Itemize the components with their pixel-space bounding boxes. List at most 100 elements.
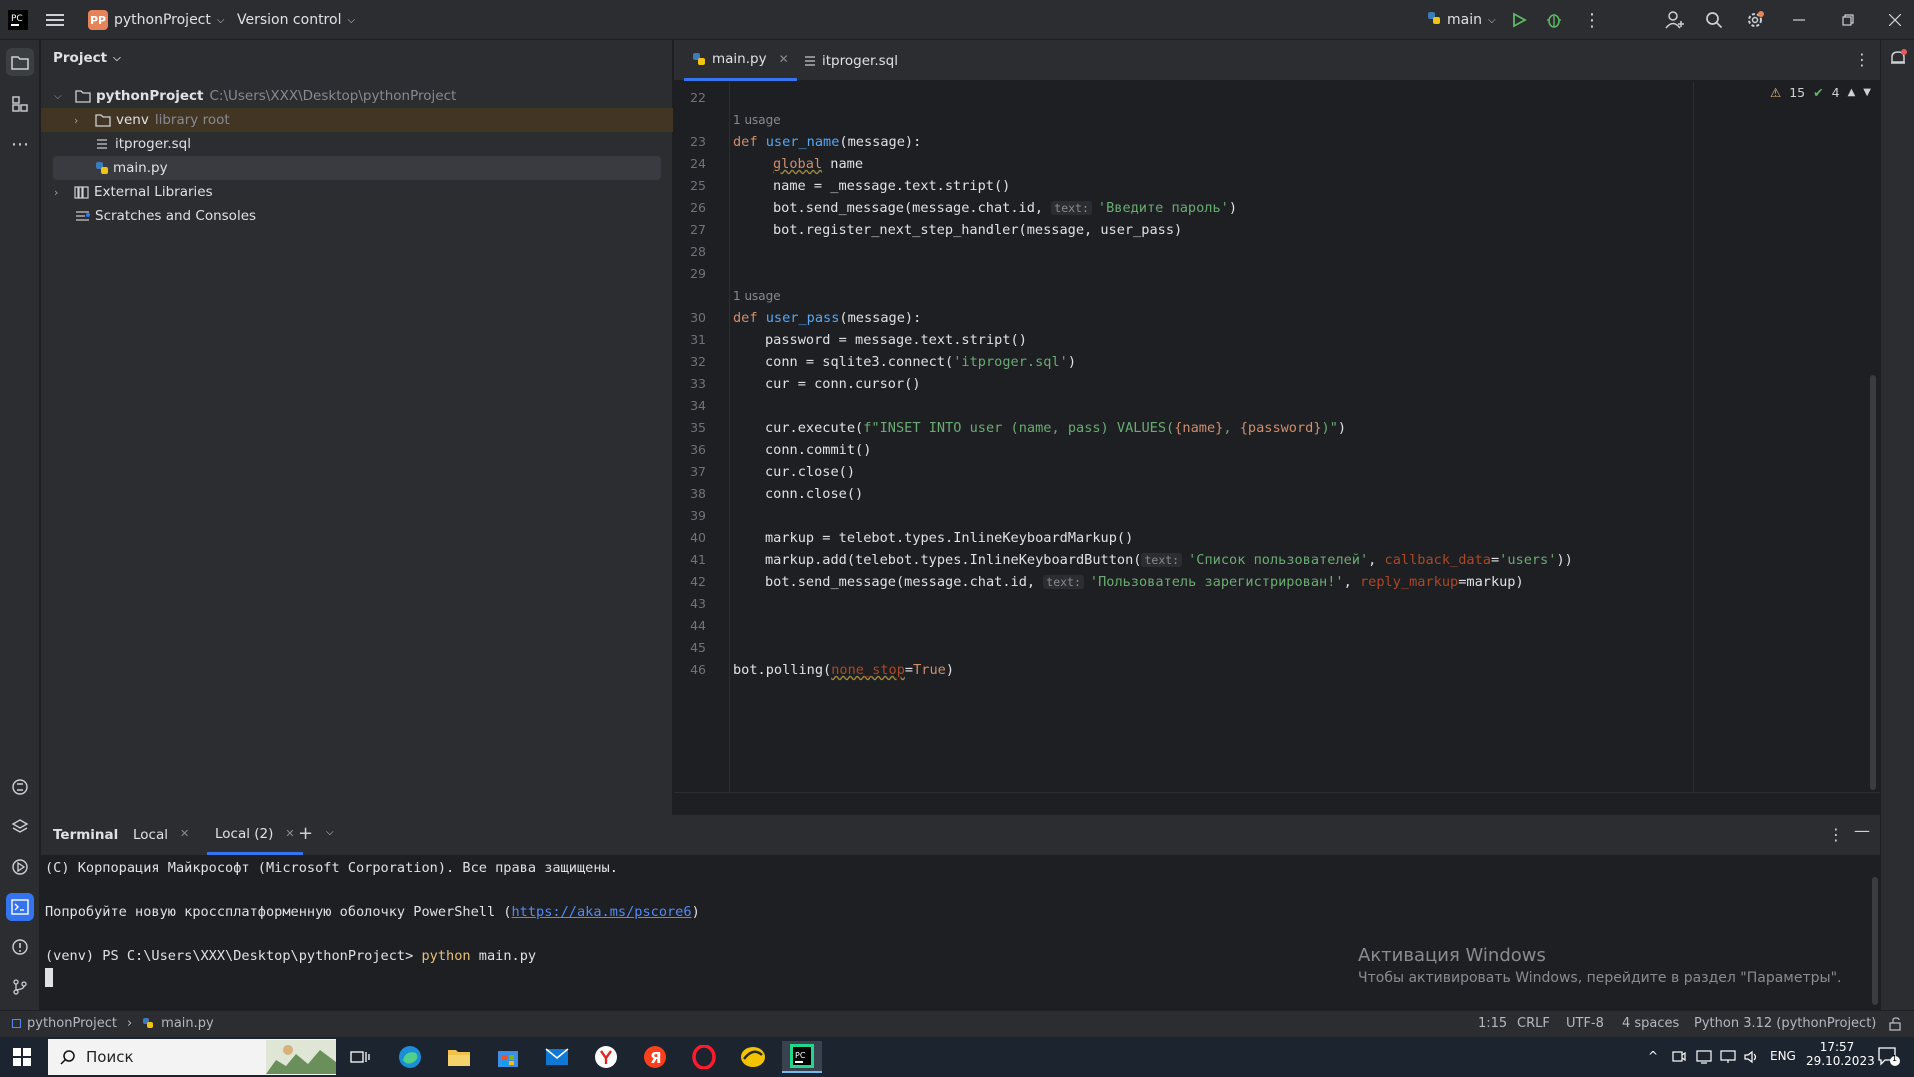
opera-browser-icon[interactable] — [684, 1041, 724, 1073]
line-separator[interactable]: CRLF — [1517, 1016, 1550, 1031]
terminal-tab-local-2[interactable]: Local (2) ✕ — [207, 815, 303, 855]
tab-options-icon[interactable]: ⋮ — [1854, 50, 1870, 69]
terminal-scrollbar[interactable] — [1872, 877, 1878, 1005]
version-control-menu[interactable]: Version control ⌵ — [237, 0, 355, 40]
tree-item-venv[interactable]: › venv library root — [41, 108, 673, 132]
line-number: 34 — [690, 398, 706, 413]
pycharm-taskbar-icon[interactable]: PC — [782, 1041, 822, 1073]
tray-network-icon[interactable] — [1720, 1049, 1736, 1068]
layers-tool-button[interactable] — [6, 813, 34, 841]
terminal-tab-local[interactable]: Local ✕ — [133, 827, 189, 843]
tray-clock[interactable]: 17:57 29.10.2023 — [1806, 1040, 1875, 1068]
tray-language[interactable]: ENG — [1770, 1049, 1796, 1063]
main-menu-icon[interactable] — [46, 0, 70, 40]
settings-gear-icon[interactable] — [1745, 0, 1765, 40]
code-line[interactable]: conn = sqlite3.connect('itproger.sql') — [765, 351, 1076, 373]
tray-display-icon[interactable] — [1696, 1049, 1712, 1068]
breadcrumb-project[interactable]: pythonProject — [27, 1016, 117, 1031]
run-config-selector[interactable]: main ⌵ — [1427, 0, 1496, 40]
tab-itproger-sql[interactable]: itproger.sql — [796, 40, 906, 81]
indent-setting[interactable]: 4 spaces — [1622, 1016, 1679, 1031]
usage-hint[interactable]: 1 usage — [733, 113, 781, 127]
code-line[interactable]: password = message.text.stript() — [765, 329, 1027, 351]
unlock-icon[interactable] — [1888, 1017, 1902, 1035]
chevron-down-icon[interactable]: ▼ — [1863, 87, 1871, 98]
code-line[interactable]: conn.close() — [765, 483, 863, 505]
task-view-icon[interactable] — [340, 1041, 380, 1073]
code-line[interactable]: bot.polling(none_stop=True) — [733, 659, 954, 681]
code-line[interactable]: bot.register_next_step_handler(message, … — [773, 219, 1182, 241]
code-line[interactable]: markup.add(telebot.types.InlineKeyboardB… — [765, 549, 1573, 571]
code-line[interactable]: cur.close() — [765, 461, 855, 483]
yandex-browser-icon[interactable] — [586, 1041, 626, 1073]
close-tab-icon[interactable]: ✕ — [285, 827, 294, 840]
tray-chevron-up-icon[interactable]: ^ — [1648, 1049, 1658, 1063]
project-panel-header[interactable]: Project ⌵ — [53, 50, 121, 66]
pscore-link[interactable]: https://aka.ms/pscore6 — [512, 904, 692, 920]
run-button[interactable] — [1511, 0, 1527, 40]
taskbar-search-box[interactable]: Поиск — [48, 1039, 336, 1075]
breadcrumb-file[interactable]: main.py — [161, 1016, 214, 1031]
chevron-up-icon[interactable]: ▲ — [1848, 87, 1856, 98]
new-terminal-tab-icon[interactable]: + — [298, 823, 313, 844]
tree-item-pythonproject[interactable]: ⌵ pythonProject C:\Users\XXX\Desktop\pyt… — [54, 84, 654, 108]
notifications-bell-icon[interactable] — [1888, 48, 1908, 72]
chevron-down-icon[interactable]: ⌵ — [54, 91, 70, 102]
code-line[interactable]: def user_pass(message): — [733, 307, 921, 329]
add-user-icon[interactable] — [1665, 0, 1685, 40]
tray-meeting-icon[interactable] — [1672, 1049, 1686, 1068]
project-tool-button[interactable] — [6, 48, 34, 76]
close-tab-icon[interactable]: ✕ — [180, 827, 189, 843]
code-line[interactable]: name = _message.text.stript() — [773, 175, 1010, 197]
search-icon[interactable] — [1705, 0, 1723, 40]
chevron-right-icon[interactable]: › — [54, 186, 70, 199]
code-line[interactable]: markup = telebot.types.InlineKeyboardMar… — [765, 527, 1133, 549]
terminal-tool-button[interactable] — [6, 893, 34, 921]
minimize-window-icon[interactable] — [1793, 0, 1809, 40]
code-line[interactable]: bot.send_message(message.chat.id, text: '… — [773, 197, 1237, 219]
mail-icon[interactable] — [537, 1041, 577, 1073]
usage-hint[interactable]: 1 usage — [733, 289, 781, 303]
code-line[interactable]: cur = conn.cursor() — [765, 373, 921, 395]
tree-item-external-libraries[interactable]: › External Libraries — [54, 180, 213, 204]
tree-item-itproger-sql[interactable]: itproger.sql — [95, 132, 191, 156]
messenger-app-icon[interactable] — [733, 1041, 773, 1073]
project-selector[interactable]: PP pythonProject ⌵ — [88, 0, 224, 40]
minimize-panel-icon[interactable]: — — [1854, 821, 1870, 840]
python-interpreter[interactable]: Python 3.12 (pythonProject) — [1694, 1016, 1876, 1031]
microsoft-store-icon[interactable] — [488, 1041, 528, 1073]
chevron-down-icon[interactable]: ⌵ — [326, 827, 334, 838]
python-packages-button[interactable] — [6, 773, 34, 801]
code-line[interactable]: conn.commit() — [765, 439, 871, 461]
windows-start-icon[interactable] — [2, 1041, 42, 1073]
terminal-options-icon[interactable]: ⋮ — [1828, 825, 1844, 844]
caret-position[interactable]: 1:15 — [1478, 1016, 1507, 1031]
code-line[interactable]: cur.execute(f"INSET INTO user (name, pas… — [765, 417, 1346, 439]
file-encoding[interactable]: UTF-8 — [1566, 1016, 1604, 1031]
code-line[interactable]: global name — [773, 153, 863, 175]
more-tools-icon[interactable]: ⋯ — [6, 130, 34, 158]
services-tool-button[interactable] — [6, 853, 34, 881]
close-tab-icon[interactable]: ✕ — [779, 52, 789, 66]
code-line[interactable]: bot.send_message(message.chat.id, text: '… — [765, 571, 1524, 593]
tray-volume-icon[interactable] — [1744, 1049, 1760, 1068]
edge-browser-icon[interactable] — [390, 1041, 430, 1073]
file-explorer-icon[interactable] — [439, 1041, 479, 1073]
git-tool-button[interactable] — [6, 973, 34, 1001]
pycharm-logo-icon[interactable]: PC — [8, 0, 32, 40]
close-window-icon[interactable] — [1889, 0, 1905, 40]
structure-tool-button[interactable] — [6, 90, 34, 118]
problems-tool-button[interactable] — [6, 933, 34, 961]
inspection-widget[interactable]: ⚠ 15 ✔ 4 ▲ ▼ — [1770, 85, 1871, 100]
tree-item-main-py[interactable]: main.py — [53, 156, 661, 180]
action-center-icon[interactable]: 1 — [1878, 1047, 1900, 1071]
restore-window-icon[interactable] — [1842, 0, 1858, 40]
editor-scrollbar[interactable] — [1870, 375, 1876, 790]
debug-button[interactable] — [1545, 0, 1563, 40]
more-actions-icon[interactable]: ⋮ — [1583, 0, 1601, 40]
chevron-right-icon[interactable]: › — [74, 114, 90, 127]
tab-main-py[interactable]: main.py ✕ — [684, 40, 797, 81]
yandex-icon[interactable]: Я — [635, 1041, 675, 1073]
code-line[interactable]: def user_name(message): — [733, 131, 921, 153]
tree-item-scratches[interactable]: Scratches and Consoles — [75, 204, 256, 228]
